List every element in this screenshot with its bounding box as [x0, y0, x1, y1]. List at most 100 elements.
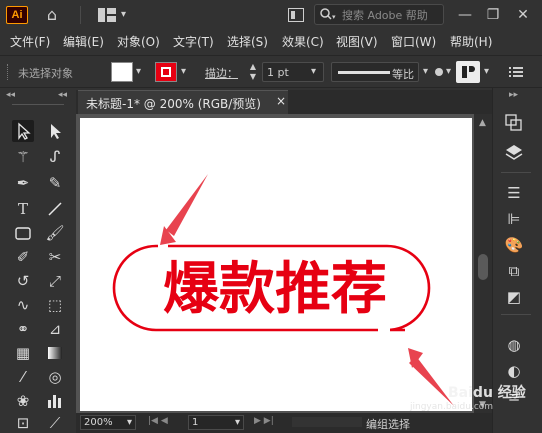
restore-icon[interactable]: ❐ [482, 0, 504, 30]
profile-label: 等比 [392, 68, 414, 81]
status-bar: 200% ▾ |◀ ◀ 1 ▾ ▶ ▶| 编组选择 [76, 413, 492, 433]
chevron-down-icon[interactable]: ▾ [127, 416, 132, 429]
more-options-icon[interactable] [509, 66, 523, 78]
chevron-down-icon[interactable]: ▾ [484, 66, 489, 77]
horizontal-scrollbar[interactable] [292, 417, 362, 427]
close-tab-icon[interactable]: × [276, 94, 286, 108]
selection-tool-icon[interactable] [12, 120, 34, 142]
chevron-down-icon[interactable]: ▾ [121, 9, 126, 20]
mesh-tool-icon[interactable]: ▦ [12, 342, 34, 364]
collapse-panel-icon[interactable]: ◂◂ [58, 90, 67, 100]
artwork[interactable]: 爆款推荐 [80, 118, 472, 411]
title-bar: Ai ⌂ ▾ ▾ 搜索 Adobe 帮助 — ❐ ✕ [0, 0, 542, 30]
stroke-swatch[interactable] [155, 62, 177, 82]
type-tool-icon[interactable]: T [12, 198, 34, 220]
curvature-tool-icon[interactable]: ✎ [44, 172, 66, 194]
menu-effect[interactable]: 效果(C) [282, 33, 324, 50]
stroke-weight-field[interactable]: 1 pt ▾ [262, 62, 324, 82]
scroll-up-icon[interactable]: ▲ [479, 118, 486, 128]
column-graph-tool-icon[interactable] [44, 390, 66, 412]
artboard-number: 1 [192, 417, 199, 428]
zoom-value: 200% [84, 417, 113, 428]
last-artboard-icon[interactable]: ▶ ▶| [254, 416, 274, 426]
gradient-tool-icon[interactable] [44, 342, 66, 364]
menu-file[interactable]: 文件(F) [10, 33, 50, 50]
appearance-panel-icon[interactable]: ◍ [503, 334, 525, 356]
rotate-tool-icon[interactable]: ↺ [12, 270, 34, 292]
chevron-down-icon[interactable]: ▾ [423, 66, 428, 77]
artboard[interactable]: 爆款推荐 [80, 118, 472, 411]
vertical-scrollbar[interactable]: ▲ ▼ [474, 114, 492, 413]
perspective-grid-tool-icon[interactable]: ⊿ [44, 318, 66, 340]
artboard-field[interactable]: 1 ▾ [188, 415, 244, 430]
rectangle-tool-icon[interactable] [12, 222, 34, 244]
watermark-url: jingyan.baidu.com [410, 402, 494, 412]
lasso-tool-icon[interactable]: ᔑ [44, 146, 66, 168]
scroll-thumb[interactable] [478, 254, 488, 280]
document-tab-title: 未标题-1* @ 200% (RGB/预览) [86, 97, 261, 111]
arrow-pointer-top [166, 174, 208, 236]
headline-text: 爆款推荐 [163, 257, 387, 322]
home-icon[interactable]: ⌂ [40, 0, 64, 30]
symbol-sprayer-tool-icon[interactable]: ❀ [12, 390, 34, 412]
properties-panel-icon[interactable] [503, 112, 525, 134]
first-artboard-icon[interactable]: |◀ ◀ [148, 416, 168, 426]
line-segment-tool-icon[interactable] [44, 198, 66, 220]
menu-view[interactable]: 视图(V) [336, 33, 378, 50]
menu-window[interactable]: 窗口(W) [391, 33, 436, 50]
minimize-icon[interactable]: — [454, 0, 476, 30]
chevron-down-icon[interactable]: ▾ [181, 66, 186, 77]
pathfinder-panel-icon[interactable]: ⧉ [503, 260, 525, 282]
capsule-gap-bottom [380, 326, 390, 334]
gradient-panel-icon[interactable]: ◩ [503, 286, 525, 308]
menu-edit[interactable]: 编辑(E) [63, 33, 104, 50]
menu-help[interactable]: 帮助(H) [450, 33, 492, 50]
shape-builder-tool-icon[interactable]: ⚭ [12, 318, 34, 340]
chevron-down-icon[interactable]: ▾ [446, 66, 451, 77]
align-panel-icon[interactable]: ⊫ [503, 208, 525, 230]
direct-selection-tool-icon[interactable] [44, 120, 66, 142]
free-transform-tool-icon[interactable]: ⬚ [44, 294, 66, 316]
panel-toggle-icon[interactable] [288, 8, 304, 22]
color-palette-icon[interactable]: 🎨 [503, 234, 525, 256]
slice-tool-icon[interactable]: ⟋ [44, 412, 66, 433]
magic-wand-tool-icon[interactable]: ⚚ [12, 146, 34, 168]
artboard-tool-icon[interactable]: ⊡ [12, 412, 34, 433]
control-bar: 未选择对象 ▾ ▾ 描边： ▲ ▼ 1 pt ▾ 等比 ▾ ▾ ▾ [0, 55, 542, 88]
menu-select[interactable]: 选择(S) [227, 33, 268, 50]
pen-tool-icon[interactable]: ✒ [12, 172, 34, 194]
collapse-panel-icon[interactable]: ◂◂ [6, 90, 15, 100]
scale-tool-icon[interactable]: ⤢ [44, 270, 66, 292]
chevron-down-icon[interactable]: ▾ [235, 416, 240, 429]
menu-type[interactable]: 文字(T) [173, 33, 214, 50]
tools-panel: ◂◂ ◂◂ ⚚ ᔑ ✒ ✎ T 🖌 ✐ ✂ ↺ ⤢ ∿ ⬚ ⚭ ⊿ ▦ ⁄ ◎ … [0, 88, 76, 433]
layers-panel-icon[interactable] [503, 142, 525, 164]
watermark-brand: Baidu 经验 [448, 385, 526, 401]
selection-status: 未选择对象 [18, 67, 73, 80]
expand-panels-icon[interactable]: ▸▸ [509, 90, 518, 100]
chevron-down-icon[interactable]: ▾ [136, 66, 141, 77]
document-tab[interactable]: 未标题-1* @ 200% (RGB/预览) × [78, 90, 288, 114]
close-icon[interactable]: ✕ [512, 0, 534, 30]
eyedropper-tool-icon[interactable]: ⁄ [12, 366, 34, 388]
transparency-panel-icon[interactable]: ◐ [503, 360, 525, 382]
recolor-artwork-icon[interactable] [456, 61, 480, 83]
chevron-down-icon[interactable]: ▾ [311, 66, 316, 77]
zoom-field[interactable]: 200% ▾ [80, 415, 136, 430]
warp-tool-icon[interactable]: ∿ [12, 294, 34, 316]
grip-handle[interactable] [7, 64, 10, 80]
workspace-layout-icon[interactable] [98, 8, 116, 22]
stroke-stepper[interactable]: ▲ ▼ [247, 62, 259, 82]
properties-sliders-icon[interactable]: ☰ [503, 182, 525, 204]
shaper-tool-icon[interactable]: ✐ [12, 246, 34, 268]
scissors-tool-icon[interactable]: ✂ [44, 246, 66, 268]
paintbrush-tool-icon[interactable]: 🖌 [44, 222, 66, 244]
canvas-area[interactable]: 爆款推荐 [76, 114, 474, 413]
blend-tool-icon[interactable]: ◎ [44, 366, 66, 388]
stroke-label[interactable]: 描边： [205, 65, 238, 81]
brush-definition-icon[interactable] [434, 63, 444, 81]
fill-swatch[interactable] [111, 62, 133, 82]
menu-object[interactable]: 对象(O) [117, 33, 160, 50]
search-field[interactable]: ▾ 搜索 Adobe 帮助 [314, 4, 444, 25]
stroke-profile-field[interactable]: 等比 [331, 62, 419, 82]
